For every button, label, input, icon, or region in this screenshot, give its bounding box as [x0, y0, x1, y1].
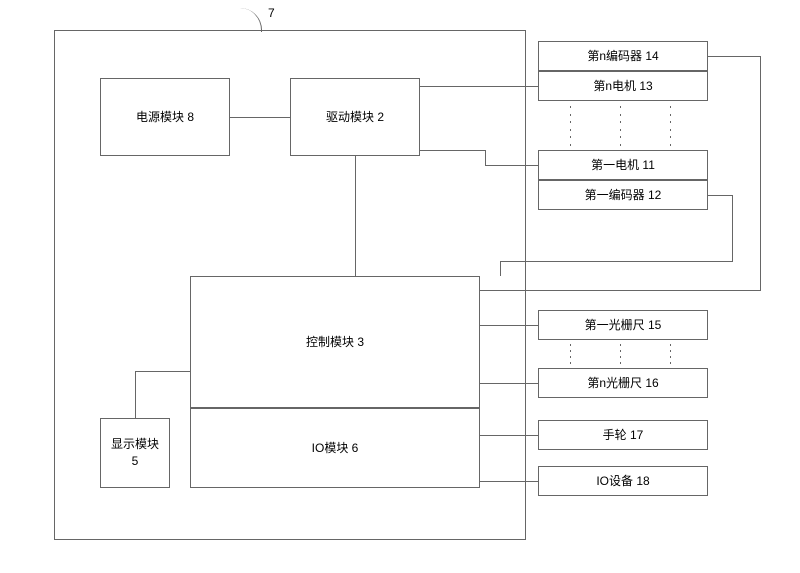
dots-scale-gap-2 [620, 344, 621, 364]
scale-n: 第n光栅尺 16 [538, 368, 708, 398]
diagram-canvas: 7 电源模块 8 驱动模块 2 控制模块 3 IO模块 6 显示模块 5 第n编… [0, 0, 800, 573]
leader-arc [240, 8, 262, 32]
line-enc1-mid [500, 261, 733, 262]
line-power-drive [230, 117, 290, 118]
dots-scale-gap-3 [670, 344, 671, 364]
display-module: 显示模块 5 [100, 418, 170, 488]
leader-label: 7 [268, 6, 275, 20]
line-enc1-down [732, 195, 733, 261]
encoder-n: 第n编码器 14 [538, 41, 708, 71]
line-drive-motor-1 [420, 150, 485, 151]
handwheel-label: 手轮 17 [603, 427, 644, 444]
scale-1: 第一光栅尺 15 [538, 310, 708, 340]
line-drive-motor-n [420, 86, 538, 87]
io-module-label: IO模块 6 [312, 440, 359, 457]
dots-motor-gap-3 [670, 106, 671, 146]
handwheel: 手轮 17 [538, 420, 708, 450]
line-display-control-v [135, 371, 136, 418]
scale-n-label: 第n光栅尺 16 [587, 375, 658, 392]
dots-motor-gap-2 [620, 106, 621, 146]
line-drive-control [355, 156, 356, 276]
dots-motor-gap-1 [570, 106, 571, 146]
display-module-label: 显示模块 5 [111, 436, 159, 470]
line-enc1-out [708, 195, 732, 196]
drive-module: 驱动模块 2 [290, 78, 420, 156]
motor-n: 第n电机 13 [538, 71, 708, 101]
line-control-scale1 [480, 325, 538, 326]
control-module-label: 控制模块 3 [306, 334, 364, 351]
encoder-1-label: 第一编码器 12 [585, 187, 662, 204]
line-io-handwheel [480, 435, 538, 436]
line-display-control-h [135, 371, 190, 372]
line-control-scalen [480, 383, 538, 384]
line-io-device [480, 481, 538, 482]
power-module-label: 电源模块 8 [136, 109, 194, 126]
encoder-n-label: 第n编码器 14 [587, 48, 658, 65]
line-encn-out [708, 56, 760, 57]
scale-1-label: 第一光栅尺 15 [585, 317, 662, 334]
io-device: IO设备 18 [538, 466, 708, 496]
line-encn-in [480, 290, 761, 291]
control-module: 控制模块 3 [190, 276, 480, 408]
encoder-1: 第一编码器 12 [538, 180, 708, 210]
dots-scale-gap-1 [570, 344, 571, 364]
line-encn-down [760, 56, 761, 290]
drive-module-label: 驱动模块 2 [326, 109, 384, 126]
line-enc1-into [500, 261, 501, 276]
motor-1-label: 第一电机 11 [591, 157, 655, 174]
line-drive-motor-1-v [485, 150, 486, 165]
power-module: 电源模块 8 [100, 78, 230, 156]
line-drive-motor-1-h2 [485, 165, 538, 166]
motor-1: 第一电机 11 [538, 150, 708, 180]
io-device-label: IO设备 18 [596, 473, 649, 490]
io-module: IO模块 6 [190, 408, 480, 488]
motor-n-label: 第n电机 13 [593, 78, 652, 95]
